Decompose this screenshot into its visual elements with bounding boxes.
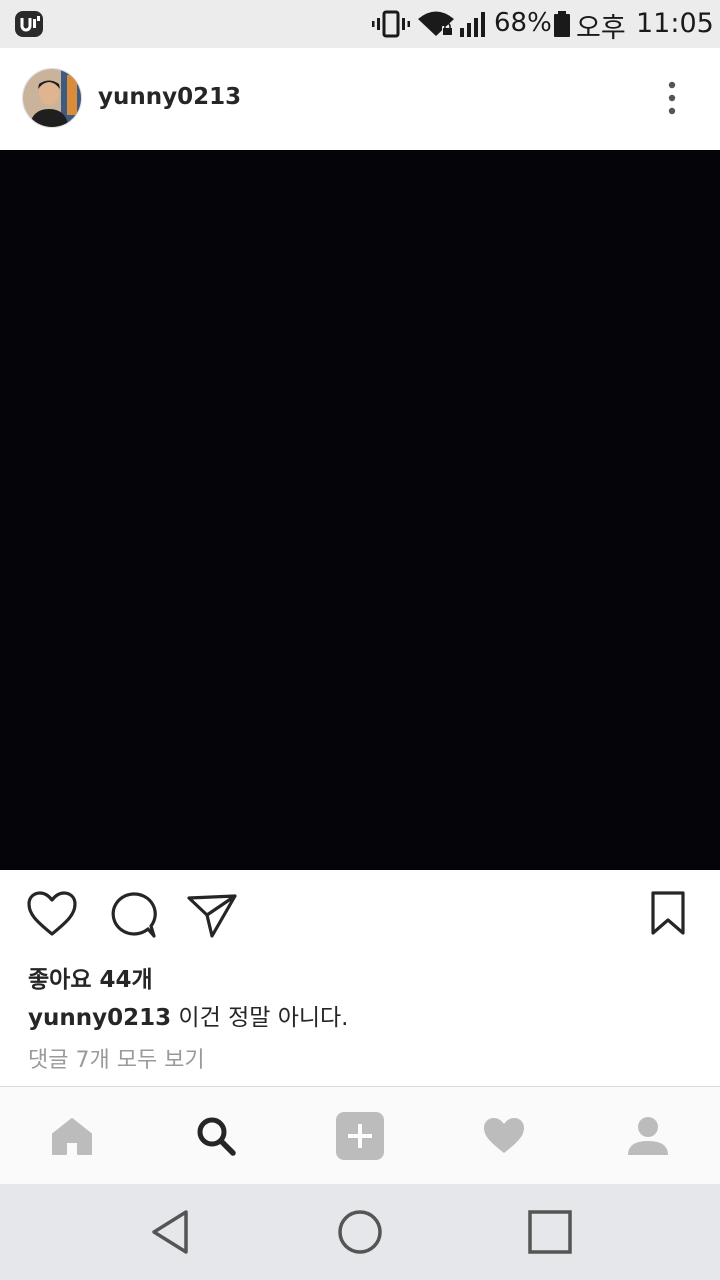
tab-profile[interactable] [576,1087,720,1185]
bottom-tab-bar [0,1086,720,1184]
post-caption: yunny0213 이건 정말 아니다. [28,998,349,1032]
search-icon [197,1117,236,1156]
post-header: yunny0213 [0,48,720,150]
avatar[interactable] [22,68,82,128]
post-image[interactable] [0,150,720,870]
caption-text: 이건 정말 아니다. [171,1005,349,1031]
battery-percent: 68% [494,8,552,38]
tab-add-post[interactable] [288,1087,432,1185]
home-circle-icon [338,1210,382,1254]
comment-icon[interactable] [108,890,158,940]
system-navigation-bar [0,1184,720,1280]
post-actions [0,870,720,960]
more-options-icon[interactable] [656,76,688,120]
status-bar: 68% 오후 11:05 [0,0,720,48]
post-username[interactable]: yunny0213 [98,84,241,110]
signal-icon [460,12,485,37]
battery-icon [554,11,570,37]
add-post-icon [336,1112,384,1160]
tab-activity[interactable] [432,1087,576,1185]
profile-icon [628,1117,668,1155]
bookmark-icon[interactable] [650,890,686,936]
app-logo-icon [15,11,43,37]
back-icon [152,1210,188,1254]
share-send-icon[interactable] [186,890,238,940]
nav-recents-button[interactable] [430,1184,670,1280]
recents-icon [528,1210,572,1254]
time-ampm: 오후 [576,13,626,44]
view-all-comments-link[interactable]: 댓글 7개 모두 보기 [28,1042,205,1074]
vibrate-icon [372,10,410,38]
wifi-icon [418,11,454,36]
likes-count[interactable]: 좋아요 44개 [28,960,153,994]
tab-search[interactable] [144,1087,288,1185]
activity-heart-icon [484,1118,524,1153]
avatar-image [23,69,81,127]
home-icon [52,1118,92,1155]
like-heart-icon[interactable] [26,890,78,938]
clock-time: 11:05 [636,8,714,39]
caption-username[interactable]: yunny0213 [28,1005,171,1031]
tab-home[interactable] [0,1087,144,1185]
